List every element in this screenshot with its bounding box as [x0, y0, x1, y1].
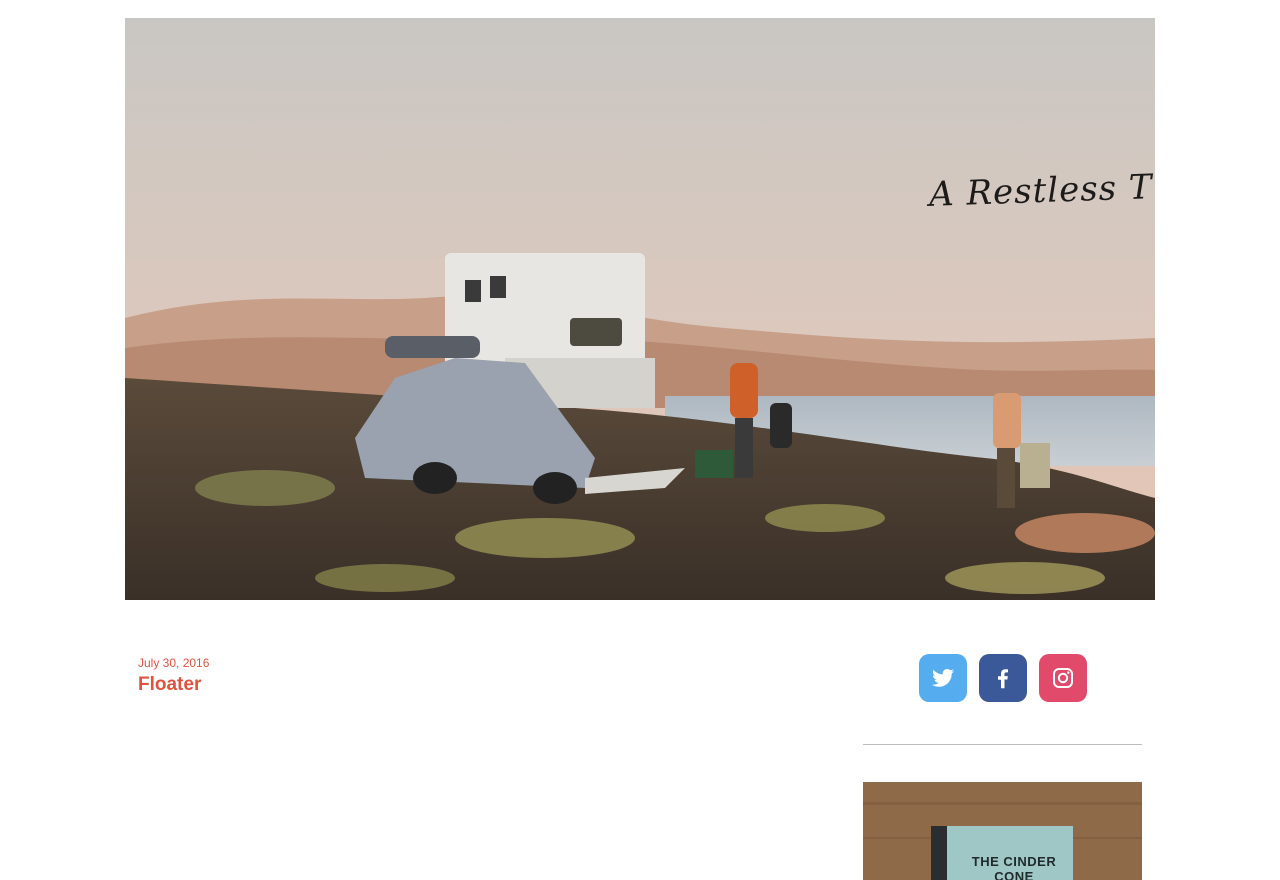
twitter-button[interactable]: [919, 654, 967, 702]
post-date: July 30, 2016: [138, 656, 210, 670]
hero-photo: [125, 18, 1155, 600]
instagram-button[interactable]: [1039, 654, 1087, 702]
twitter-icon: [932, 669, 954, 687]
sidebar-book-image[interactable]: THE CINDER CONE: [863, 782, 1142, 880]
book-title: THE CINDER CONE: [971, 854, 1057, 880]
post-title-link[interactable]: Floater: [138, 674, 201, 696]
instagram-icon: [1053, 668, 1073, 688]
facebook-icon: [998, 669, 1008, 689]
facebook-button[interactable]: [979, 654, 1027, 702]
sidebar-divider: [863, 744, 1142, 745]
social-links: [919, 654, 1087, 702]
hero-banner-image[interactable]: A Restless Transplant: [125, 18, 1155, 600]
